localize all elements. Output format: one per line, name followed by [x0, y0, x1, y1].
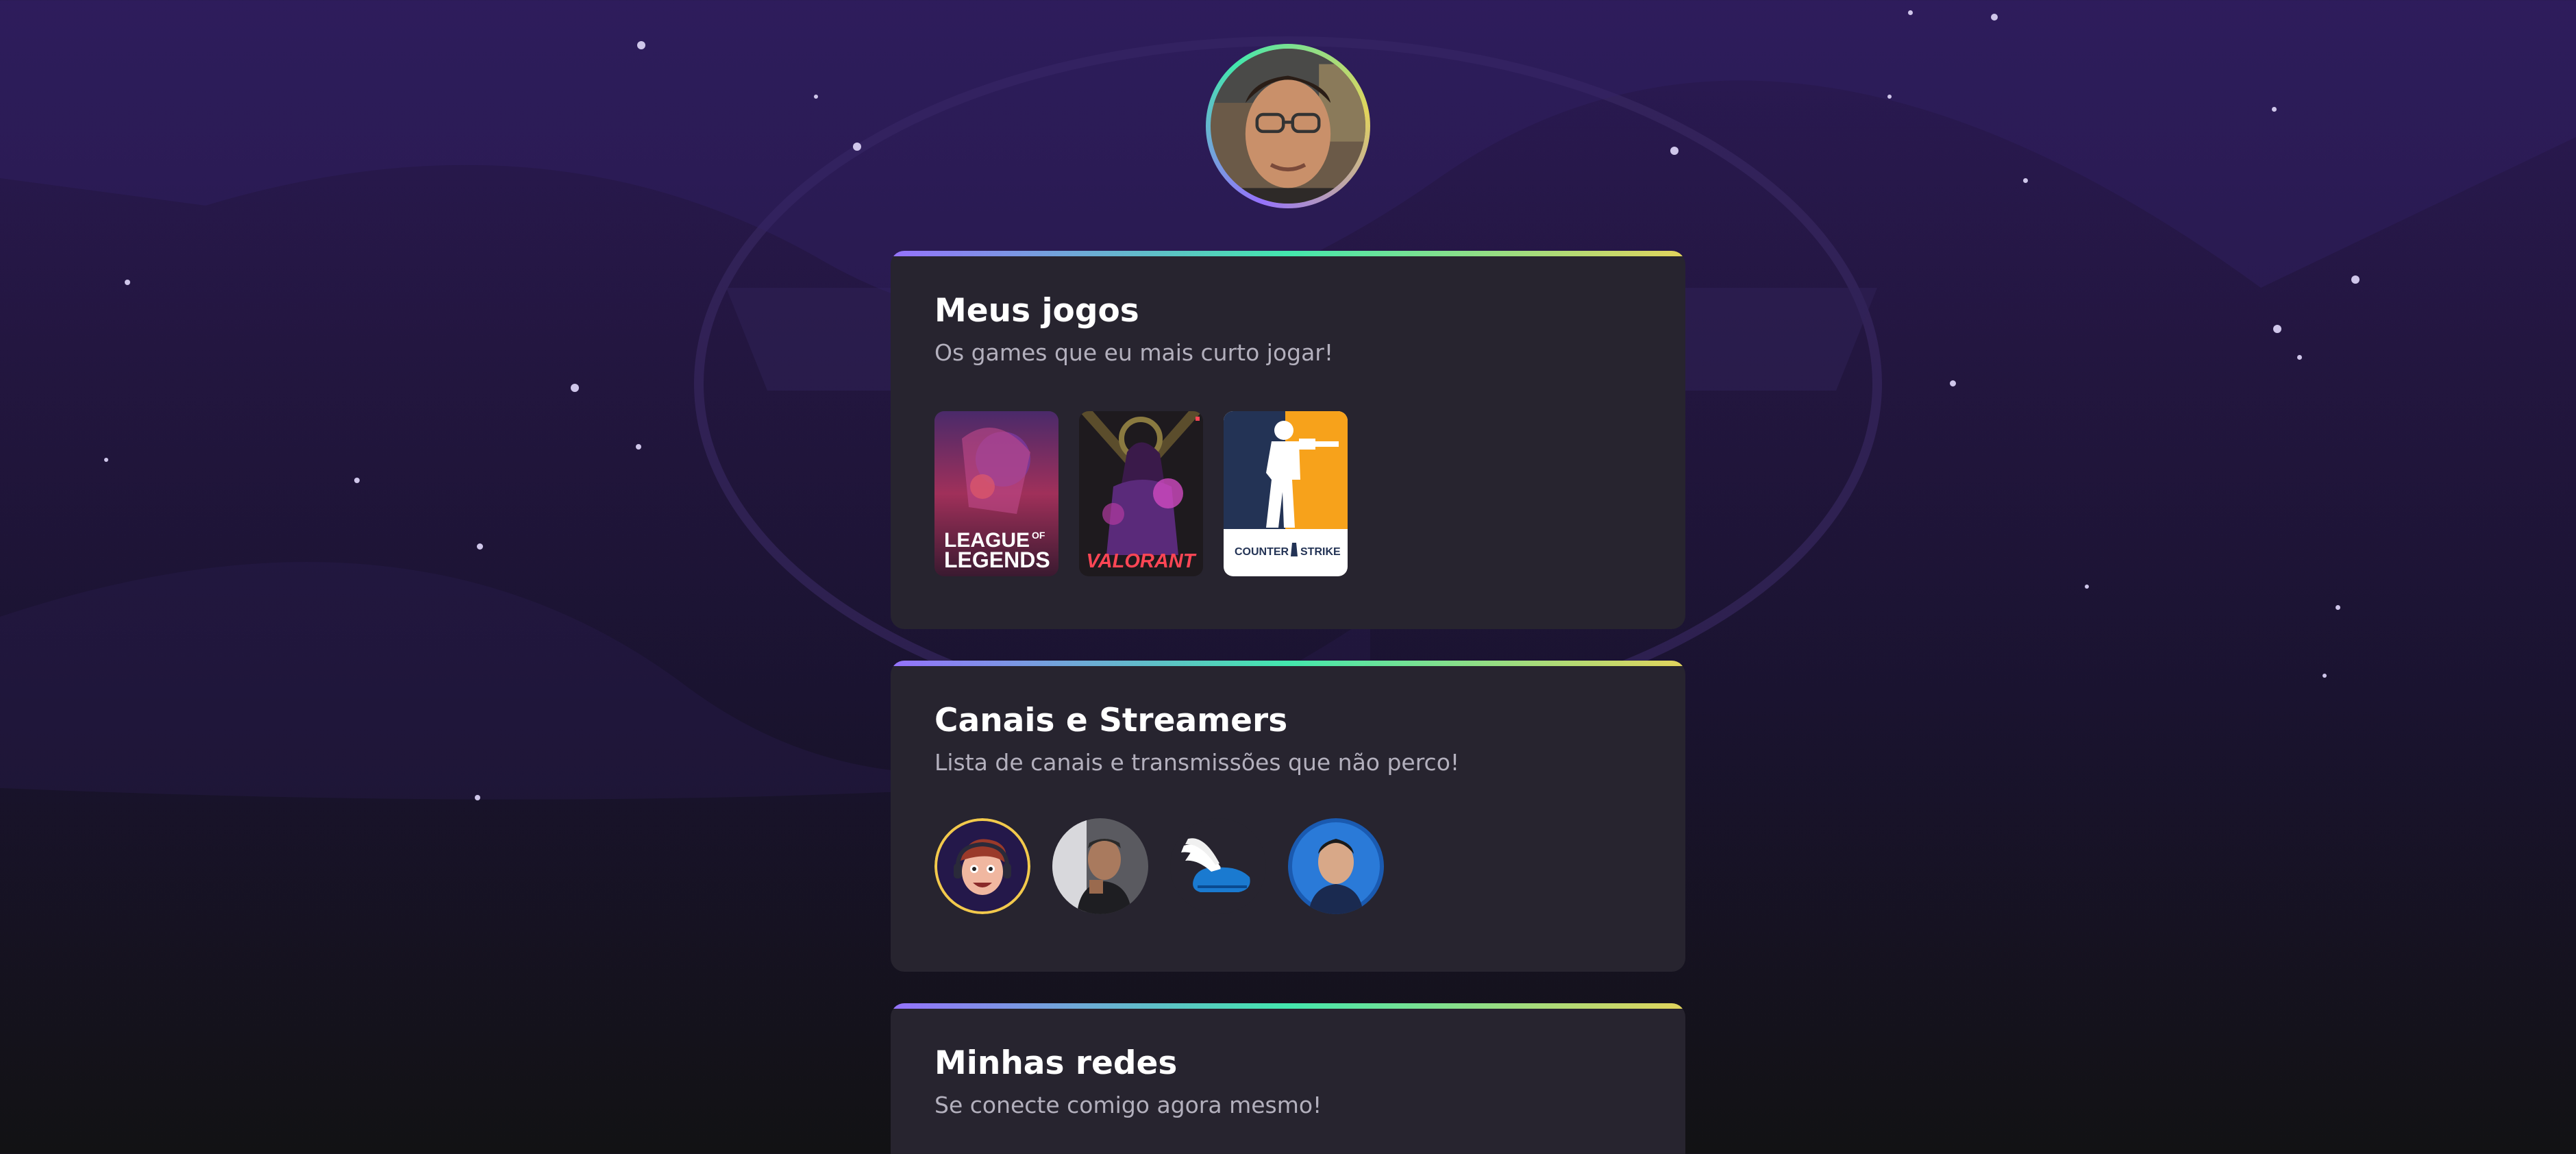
- lol-logo-of: OF: [1032, 530, 1045, 541]
- star: [475, 795, 480, 800]
- star: [853, 143, 861, 151]
- valorant-cover: VALORANT: [1079, 411, 1203, 576]
- social-card: Minhas redes Se conecte comigo agora mes…: [891, 1003, 1685, 1154]
- star: [477, 543, 483, 550]
- star: [2323, 674, 2327, 678]
- star: [571, 384, 579, 392]
- star: [1887, 95, 1892, 99]
- channels-subtitle: Lista de canais e transmissões que não p…: [934, 749, 1460, 776]
- star: [2085, 585, 2089, 589]
- star: [2336, 605, 2340, 610]
- star: [1670, 147, 1679, 155]
- profile-photo: [1211, 49, 1365, 204]
- game-counter-strike[interactable]: COUNTER STRIKE: [1224, 411, 1348, 576]
- star: [636, 444, 641, 450]
- league-of-legends-cover: LEAGUE OF LEGENDS: [934, 411, 1058, 576]
- cs-logo-strike: STRIKE: [1300, 546, 1341, 558]
- social-subtitle: Se conecte comigo agora mesmo!: [934, 1092, 1322, 1119]
- counter-strike-cover: COUNTER STRIKE: [1224, 411, 1348, 576]
- star: [1950, 380, 1956, 386]
- cartoon-streamer-avatar-icon: [934, 818, 1030, 914]
- star: [354, 478, 360, 483]
- star: [104, 458, 108, 462]
- streamer-photo-avatar-icon: [1052, 818, 1148, 914]
- game-valorant[interactable]: VALORANT: [1079, 411, 1203, 576]
- lol-logo-line2: LEGENDS: [944, 548, 1050, 572]
- blue-background-person-avatar-icon: [1288, 818, 1384, 914]
- games-subtitle: Os games que eu mais curto jogar!: [934, 339, 1334, 367]
- games-card: Meus jogos Os games que eu mais curto jo…: [891, 251, 1685, 629]
- social-title: Minhas redes: [934, 1044, 1178, 1082]
- channel-streamer-photo[interactable]: [1052, 818, 1148, 914]
- star: [637, 41, 645, 49]
- star: [2273, 325, 2281, 333]
- winged-shoe-logo-icon: [1170, 818, 1266, 914]
- star: [125, 280, 130, 285]
- channel-winged-shoe[interactable]: [1170, 818, 1266, 914]
- star: [2272, 107, 2277, 112]
- channels-card: Canais e Streamers Lista de canais e tra…: [891, 661, 1685, 972]
- games-list: LEAGUE OF LEGENDS VALORANT COUNTER STRIK…: [934, 411, 1348, 576]
- valorant-logo: VALORANT: [1087, 550, 1197, 572]
- profile-avatar: [1206, 44, 1370, 208]
- star: [2351, 275, 2360, 284]
- channel-blue-background-person[interactable]: [1288, 818, 1384, 914]
- star: [2297, 355, 2302, 360]
- games-title: Meus jogos: [934, 292, 1139, 330]
- star: [1991, 14, 1998, 21]
- game-league-of-legends[interactable]: LEAGUE OF LEGENDS: [934, 411, 1058, 576]
- channel-cartoon-streamer[interactable]: [934, 818, 1030, 914]
- star: [814, 95, 818, 99]
- star: [2023, 178, 2028, 183]
- cs-logo-counter: COUNTER: [1235, 546, 1289, 558]
- channels-list: [934, 818, 1384, 914]
- channels-title: Canais e Streamers: [934, 702, 1288, 739]
- star: [1908, 10, 1913, 15]
